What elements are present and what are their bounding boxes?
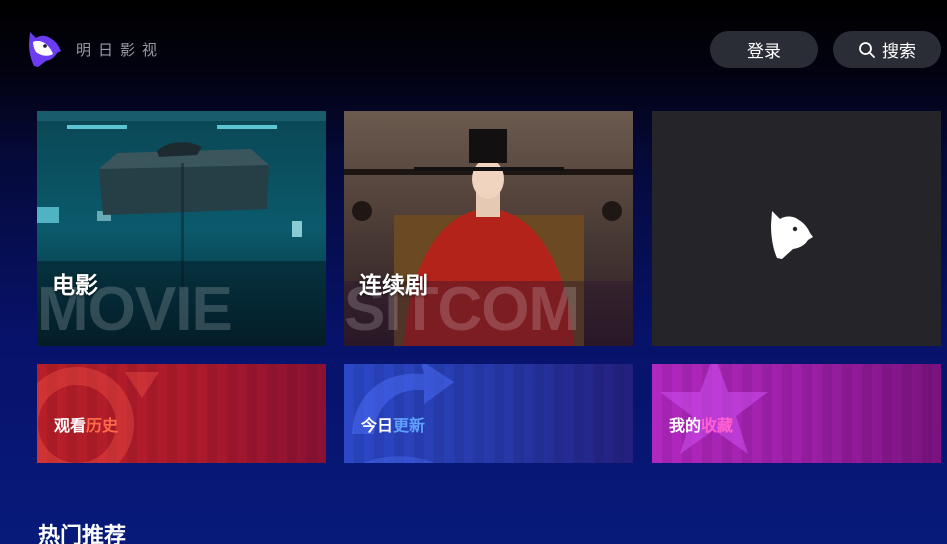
search-button-label: 搜索 (882, 42, 916, 62)
category-card-sitcom[interactable]: SITCOM 连续剧 (344, 111, 633, 346)
history-label-accent: 历史 (86, 416, 119, 435)
header: 明日影视 登录 搜索 (0, 0, 947, 100)
movie-card-label: 电影 (52, 273, 98, 299)
category-card-placeholder[interactable] (652, 111, 941, 346)
favorites-label-prefix: 我的 (669, 416, 702, 435)
category-card-movie[interactable]: MOVIE 电影 (37, 111, 326, 346)
today-label-accent: 更新 (393, 416, 426, 435)
app-title: 明日影视 (76, 41, 165, 59)
search-button[interactable]: 搜索 (833, 31, 941, 68)
hot-recommendations-title: 热门推荐 (38, 524, 127, 544)
today-label-prefix: 今日 (361, 416, 394, 435)
favorites-tile-label: 我的收藏 (669, 412, 733, 436)
search-icon (859, 41, 875, 58)
today-update-tile[interactable]: 今日更新 (344, 364, 633, 463)
history-label-prefix: 观看 (54, 416, 87, 435)
today-tile-label: 今日更新 (361, 412, 425, 436)
login-button-label: 登录 (747, 42, 781, 62)
favorites-label-accent: 收藏 (701, 416, 734, 435)
bear-logo-icon (771, 211, 813, 259)
sitcom-card-label: 连续剧 (359, 273, 428, 299)
login-button[interactable]: 登录 (710, 31, 818, 68)
bear-logo-icon[interactable] (26, 30, 62, 68)
history-tile-label: 观看历史 (54, 412, 118, 436)
history-tile[interactable]: 观看历史 (37, 364, 326, 463)
favorites-tile[interactable]: 我的收藏 (652, 364, 941, 463)
